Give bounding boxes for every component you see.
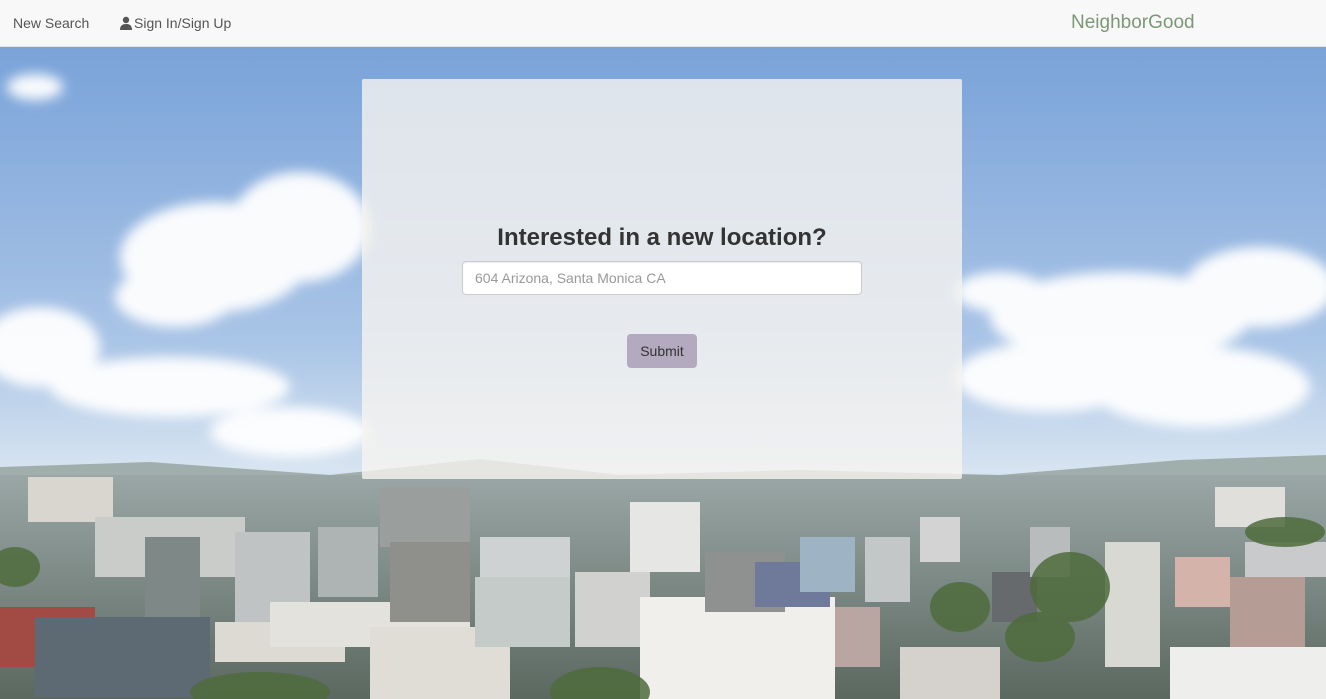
- panel-heading: Interested in a new location?: [497, 224, 827, 251]
- navbar: New Search Sign In/Sign Up NeighborGood: [0, 0, 1326, 47]
- new-search-link[interactable]: New Search: [13, 15, 89, 31]
- sign-in-label: Sign In/Sign Up: [134, 15, 232, 31]
- sign-in-link[interactable]: Sign In/Sign Up: [119, 15, 231, 31]
- brand-logo[interactable]: NeighborGood: [1071, 12, 1195, 34]
- submit-button[interactable]: Submit: [627, 334, 697, 368]
- location-search-input[interactable]: [462, 261, 862, 295]
- search-panel: Interested in a new location? Submit: [362, 79, 962, 479]
- user-icon: [119, 16, 133, 30]
- page: New Search Sign In/Sign Up NeighborGood: [0, 0, 1326, 699]
